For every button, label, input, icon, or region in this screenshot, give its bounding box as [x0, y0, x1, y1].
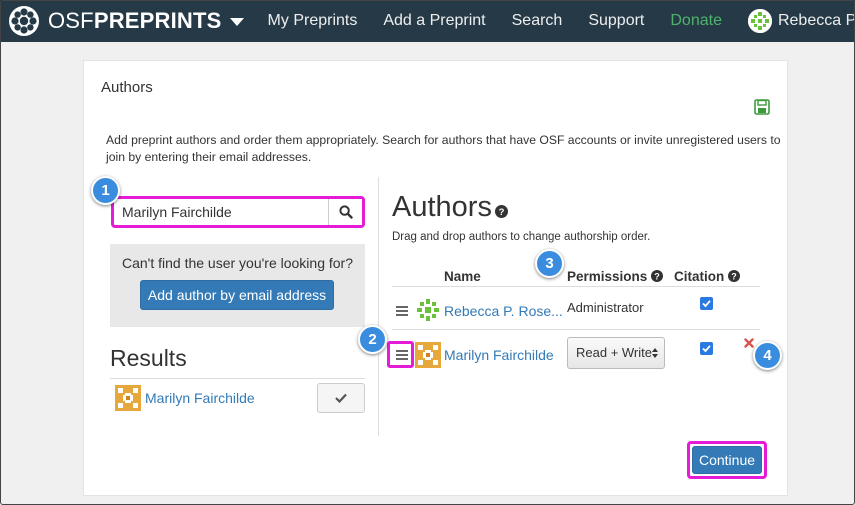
author-permission: Administrator [567, 300, 644, 315]
column-name: Name [444, 269, 481, 284]
brand-name: OSFPREPRINTS [48, 8, 222, 33]
authors-title: Authors [392, 191, 492, 223]
author-name[interactable]: Marilyn Fairchilde [444, 347, 554, 363]
select-arrows-icon [652, 348, 658, 358]
brand-caret-icon [229, 18, 244, 26]
nav-support[interactable]: Support [575, 0, 657, 42]
help-text: Can't find the user you're looking for? [121, 255, 354, 271]
callout-3: 3 [535, 249, 564, 278]
panel-title: Authors [101, 79, 153, 96]
column-citation: Citation? [674, 269, 741, 284]
add-author-by-email-button[interactable]: Add author by email address [140, 280, 334, 310]
results-divider [110, 378, 365, 379]
permission-select-value: Read + Write [576, 345, 652, 360]
citation-checkbox[interactable] [700, 297, 713, 310]
user-menu[interactable]: Rebecca P. ... [747, 9, 855, 33]
column-divider [378, 177, 379, 436]
check-icon [335, 393, 347, 403]
intro-text: Add preprint authors and order them appr… [106, 133, 781, 164]
drag-handle-icon[interactable] [396, 306, 408, 316]
checkmark-icon [702, 345, 711, 353]
osf-logo-icon [9, 6, 39, 36]
question-circle-icon[interactable]: ? [495, 205, 508, 218]
continue-button[interactable]: Continue [692, 446, 762, 474]
nav-search[interactable]: Search [499, 0, 576, 42]
save-icon[interactable] [754, 99, 770, 115]
drag-handle-icon[interactable] [396, 350, 408, 360]
author-avatar [415, 342, 441, 368]
user-name: Rebecca P. ... [777, 12, 855, 29]
result-name[interactable]: Marilyn Fairchilde [145, 390, 255, 406]
question-circle-icon[interactable]: ? [651, 270, 664, 282]
nav-my-preprints[interactable]: My Preprints [255, 0, 371, 42]
callout-1: 1 [91, 176, 120, 205]
author-avatar [415, 297, 441, 323]
search-icon [338, 205, 353, 219]
search-button[interactable] [328, 199, 362, 225]
result-added-button[interactable] [317, 383, 365, 413]
remove-author-icon[interactable] [744, 338, 754, 348]
nav-donate[interactable]: Donate [657, 0, 735, 42]
svg-text:?: ? [655, 271, 661, 281]
author-search-input[interactable] [114, 199, 328, 225]
svg-text:?: ? [732, 271, 738, 281]
result-avatar [115, 385, 141, 411]
svg-text:?: ? [499, 207, 505, 218]
question-circle-icon[interactable]: ? [728, 270, 741, 282]
checkmark-icon [702, 300, 711, 308]
callout-4: 4 [753, 341, 782, 370]
table-header-divider [392, 286, 760, 287]
callout-2: 2 [358, 325, 387, 354]
nav-links: My Preprints Add a Preprint Search Suppo… [255, 0, 735, 42]
continue-highlight: Continue [687, 441, 767, 479]
add-by-email-box: Can't find the user you're looking for? … [110, 244, 365, 327]
citation-checkbox[interactable] [700, 342, 713, 355]
results-title: Results [110, 345, 187, 371]
permission-select[interactable]: Read + Write [567, 337, 665, 369]
brand-menu[interactable]: OSFPREPRINTS [8, 0, 244, 42]
table-row-divider [392, 329, 760, 330]
nav-add-preprint[interactable]: Add a Preprint [370, 0, 498, 42]
drag-hint: Drag and drop authors to change authorsh… [392, 231, 651, 243]
user-avatar [747, 9, 772, 33]
result-item: Marilyn Fairchilde [110, 383, 365, 415]
author-name[interactable]: Rebecca P. Rose... [444, 303, 563, 319]
column-permissions: Permissions? [567, 269, 664, 284]
navbar: OSFPREPRINTS My Preprints Add a Preprint… [0, 0, 855, 42]
author-search-group [111, 196, 365, 228]
